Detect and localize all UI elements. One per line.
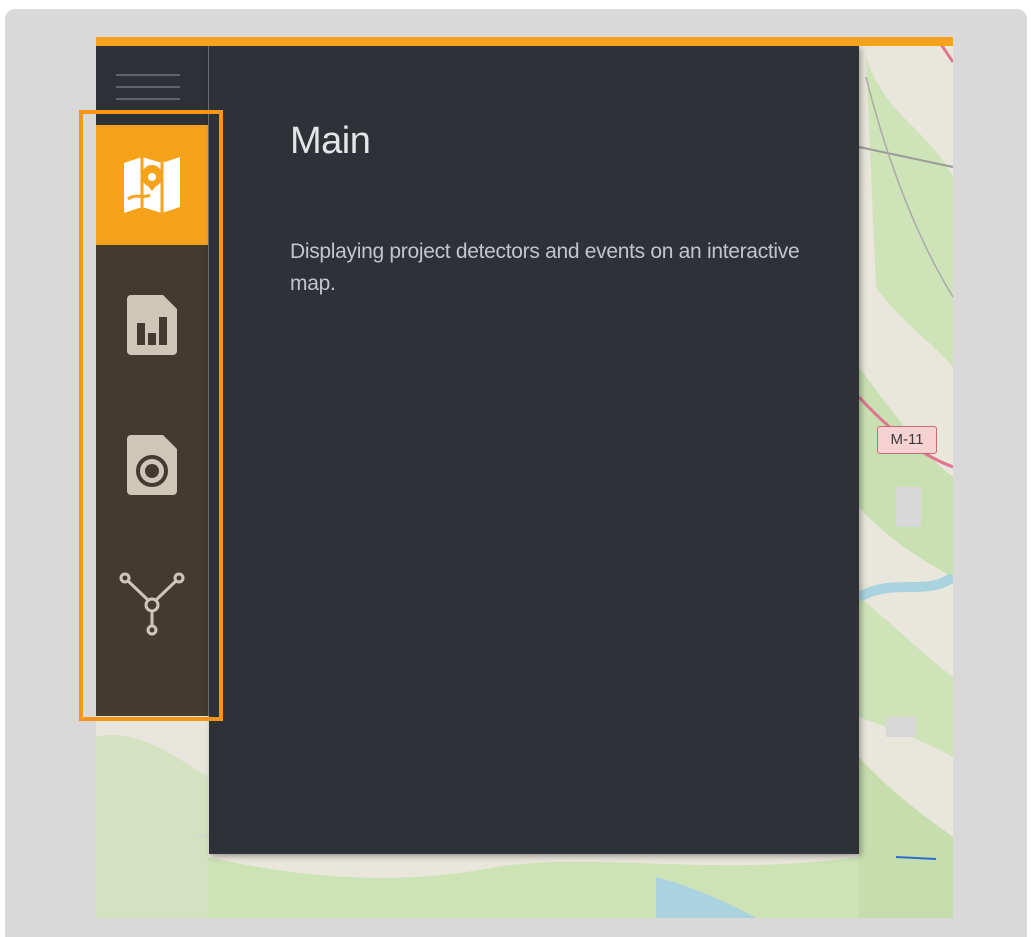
map-marker-icon — [124, 157, 180, 213]
info-panel: Main Displaying project detectors and ev… — [209, 46, 859, 854]
top-accent-bar — [96, 37, 953, 46]
detector-card-icon — [127, 435, 177, 495]
app-window: Main Displaying project detectors and ev… — [96, 37, 953, 918]
hamburger-menu-icon[interactable] — [116, 74, 180, 100]
sidebar-item-map[interactable] — [96, 125, 208, 245]
sidebar-item-detectors[interactable] — [96, 405, 208, 525]
sidebar-divider — [208, 46, 209, 716]
sidebar-header — [96, 46, 208, 125]
road-label-badge: M-11 — [877, 426, 937, 454]
panel-description: Displaying project detectors and events … — [290, 240, 800, 295]
sidebar-lower-area — [96, 716, 208, 918]
chart-card-icon — [127, 295, 177, 355]
sidebar-item-network[interactable] — [96, 545, 208, 665]
sidebar — [96, 46, 208, 716]
sidebar-item-statistics[interactable] — [96, 265, 208, 385]
panel-title: Main — [290, 120, 371, 162]
network-nodes-icon — [119, 572, 185, 636]
